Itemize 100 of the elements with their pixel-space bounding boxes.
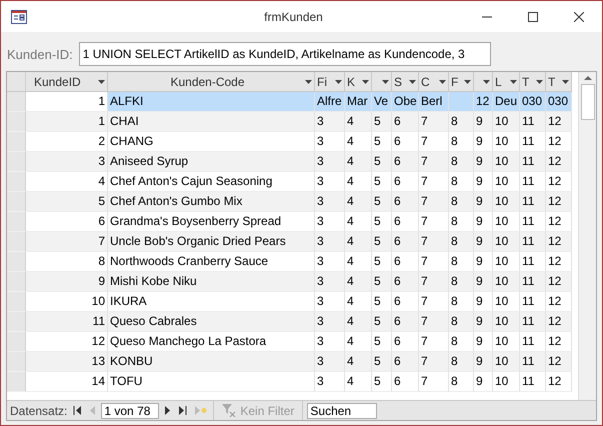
table-cell: 6 <box>392 352 419 372</box>
record-selector[interactable] <box>7 132 26 152</box>
record-selector[interactable] <box>7 92 26 112</box>
record-selector[interactable] <box>7 312 26 332</box>
record-selector[interactable] <box>7 372 26 392</box>
record-selector[interactable] <box>7 212 26 232</box>
column-header[interactable]: K <box>345 72 372 92</box>
scroll-up-icon[interactable] <box>584 76 592 80</box>
table-cell: 6 <box>392 112 419 132</box>
table-cell: 13 <box>26 352 108 372</box>
record-selector[interactable] <box>7 352 26 372</box>
column-header[interactable]: T <box>546 72 572 92</box>
customer-id-field[interactable]: 1 UNION SELECT ArtikelID as KundeID, Artikelname as Kundencode, 3 <box>78 42 491 66</box>
record-selector[interactable] <box>7 292 26 312</box>
table-cell: 1 <box>26 92 108 112</box>
table-cell: 7 <box>419 152 449 172</box>
dropdown-arrow-icon[interactable] <box>439 80 446 84</box>
record-label: Datensatz: <box>10 404 68 418</box>
table-cell: 5 <box>372 232 392 252</box>
dropdown-arrow-icon[interactable] <box>409 80 416 84</box>
column-header[interactable]: Fi <box>315 72 345 92</box>
table-cell: 7 <box>419 232 449 252</box>
column-header[interactable]: Kunden-Code <box>108 72 315 92</box>
column-header[interactable]: L <box>493 72 520 92</box>
record-selector[interactable] <box>7 152 26 172</box>
scroll-thumb[interactable] <box>580 84 594 120</box>
dropdown-arrow-icon[interactable] <box>536 80 543 84</box>
table-cell: 10 <box>26 292 108 312</box>
table-cell: 11 <box>520 192 546 212</box>
select-all-corner[interactable] <box>7 72 26 92</box>
table-cell: 6 <box>392 252 419 272</box>
table-cell: 12 <box>546 192 572 212</box>
next-icon <box>165 406 172 415</box>
record-selector[interactable] <box>7 252 26 272</box>
table-cell: 3 <box>315 132 345 152</box>
table-cell: 9 <box>474 212 493 232</box>
table-cell: 6 <box>392 292 419 312</box>
dropdown-arrow-icon[interactable] <box>483 80 490 84</box>
filter-icon <box>222 404 236 417</box>
record-selector[interactable] <box>7 192 26 212</box>
dropdown-arrow-icon[interactable] <box>464 80 471 84</box>
table-cell: 9 <box>474 192 493 212</box>
column-header[interactable]: S <box>392 72 419 92</box>
table-cell: 3 <box>315 152 345 172</box>
table-cell: 3 <box>315 252 345 272</box>
table-cell: 3 <box>315 372 345 392</box>
scrollbar[interactable] <box>578 72 596 400</box>
dropdown-arrow-icon[interactable] <box>510 80 517 84</box>
table-cell: Chef Anton's Gumbo Mix <box>108 192 315 212</box>
table-cell: Aniseed Syrup <box>108 152 315 172</box>
record-selector[interactable] <box>7 272 26 292</box>
table-cell: 12 <box>546 212 572 232</box>
column-header[interactable]: F <box>449 72 474 92</box>
table-cell: 4 <box>345 172 372 192</box>
dropdown-arrow-icon[interactable] <box>305 80 312 84</box>
table-cell: Grandma's Boysenberry Spread <box>108 212 315 232</box>
table-cell: 8 <box>449 212 474 232</box>
table-cell: 7 <box>419 332 449 352</box>
table-cell: 10 <box>493 132 520 152</box>
table-cell: 12 <box>546 112 572 132</box>
dropdown-arrow-icon[interactable] <box>562 80 569 84</box>
table-cell: 12 <box>546 312 572 332</box>
table-cell: 7 <box>419 172 449 192</box>
table-cell: 12 <box>474 92 493 112</box>
table-cell: 4 <box>345 292 372 312</box>
table-cell: 9 <box>26 272 108 292</box>
record-selector[interactable] <box>7 112 26 132</box>
table-cell: 7 <box>419 312 449 332</box>
record-selector[interactable] <box>7 172 26 192</box>
dropdown-arrow-icon[interactable] <box>98 80 105 84</box>
table-cell: 8 <box>449 232 474 252</box>
column-header[interactable]: T <box>520 72 546 92</box>
table-cell: 3 <box>315 112 345 132</box>
record-selector[interactable] <box>7 332 26 352</box>
column-header[interactable] <box>372 72 392 92</box>
table-cell: 4 <box>345 372 372 392</box>
table-cell: 6 <box>392 132 419 152</box>
search-field[interactable]: Suchen <box>307 402 378 418</box>
table-cell: 11 <box>520 312 546 332</box>
table-cell: 7 <box>419 352 449 372</box>
table-cell: 7 <box>419 272 449 292</box>
table-cell: 3 <box>315 272 345 292</box>
table-cell: 3 <box>315 292 345 312</box>
table-cell: 10 <box>493 372 520 392</box>
column-header[interactable]: KundeID <box>26 72 108 92</box>
column-header[interactable]: C <box>419 72 449 92</box>
table-cell: 8 <box>449 312 474 332</box>
record-selector[interactable] <box>7 232 26 252</box>
table-cell: 5 <box>372 272 392 292</box>
column-header[interactable] <box>474 72 493 92</box>
table-cell: 8 <box>449 112 474 132</box>
dropdown-arrow-icon[interactable] <box>335 80 342 84</box>
table-cell: Queso Manchego La Pastora <box>108 332 315 352</box>
dropdown-arrow-icon[interactable] <box>362 80 369 84</box>
table-cell: 6 <box>392 312 419 332</box>
record-position-field[interactable]: 1 von 78 <box>101 402 160 418</box>
table-cell: 11 <box>520 332 546 352</box>
dropdown-arrow-icon[interactable] <box>382 80 389 84</box>
table-cell: 6 <box>392 332 419 352</box>
table-cell: 3 <box>315 352 345 372</box>
